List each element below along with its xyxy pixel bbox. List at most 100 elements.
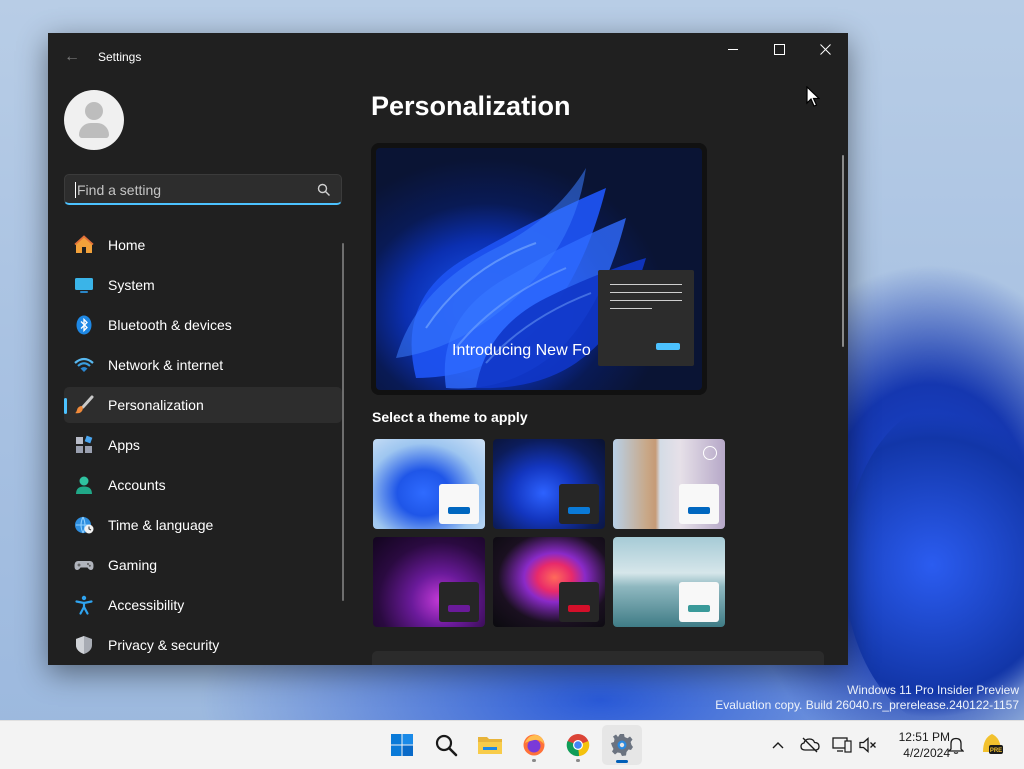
chevron-up-icon bbox=[772, 742, 784, 749]
mock-line bbox=[610, 308, 652, 309]
search-icon bbox=[435, 734, 458, 757]
bell-icon bbox=[948, 737, 964, 754]
sidebar-item-home[interactable]: Home bbox=[64, 227, 342, 263]
apps-icon bbox=[76, 435, 93, 453]
back-arrow-icon[interactable]: ← bbox=[62, 47, 82, 67]
close-button[interactable] bbox=[802, 33, 848, 65]
watermark-line-2: Evaluation copy. Build 26040.rs_prerelea… bbox=[715, 698, 1019, 712]
sidebar-item-system[interactable]: System bbox=[64, 267, 342, 303]
firefox-icon bbox=[523, 734, 545, 756]
avatar[interactable] bbox=[64, 90, 124, 150]
settings-window: ← Settings Home bbox=[48, 33, 848, 665]
mock-line bbox=[610, 292, 682, 293]
theme-mini-window bbox=[559, 484, 599, 524]
minimize-icon bbox=[728, 48, 738, 50]
close-icon bbox=[819, 43, 831, 55]
show-hidden-icons-button[interactable] bbox=[768, 735, 788, 755]
sidebar-item-time-language[interactable]: Time & language bbox=[64, 507, 342, 543]
theme-windows-light[interactable] bbox=[373, 439, 485, 529]
account-icon bbox=[76, 476, 92, 494]
watermark-line-1: Windows 11 Pro Insider Preview bbox=[847, 683, 1019, 697]
sidebar-item-bluetooth[interactable]: Bluetooth & devices bbox=[64, 307, 342, 343]
monitor-icon bbox=[75, 278, 93, 293]
avatar-head bbox=[85, 102, 103, 120]
theme-captured-motion[interactable] bbox=[493, 537, 605, 627]
search-icon[interactable] bbox=[317, 183, 331, 197]
theme-windows-spotlight[interactable] bbox=[613, 439, 725, 529]
sidebar-item-privacy[interactable]: Privacy & security bbox=[64, 627, 342, 663]
cloud-offline-icon bbox=[800, 737, 820, 753]
mock-accent-button bbox=[656, 343, 680, 350]
sidebar-item-label: Time & language bbox=[108, 517, 214, 533]
network-tray-button[interactable] bbox=[832, 735, 852, 755]
spotlight-icon bbox=[703, 446, 717, 460]
theme-mini-window bbox=[559, 582, 599, 622]
running-indicator bbox=[532, 759, 536, 762]
sidebar-item-gaming[interactable]: Gaming bbox=[64, 547, 342, 583]
accessibility-icon bbox=[75, 595, 93, 615]
preview-caption: Introducing New Fo bbox=[452, 342, 591, 359]
theme-mini-window bbox=[439, 582, 479, 622]
clock[interactable]: 12:51 PM 4/2/2024 bbox=[880, 729, 950, 761]
theme-glow[interactable] bbox=[373, 537, 485, 627]
theme-grid bbox=[373, 439, 729, 631]
sidebar-item-accessibility[interactable]: Accessibility bbox=[64, 587, 342, 623]
sidebar-item-label: Bluetooth & devices bbox=[108, 317, 232, 333]
sidebar-item-network[interactable]: Network & internet bbox=[64, 347, 342, 383]
avatar-body bbox=[79, 123, 109, 138]
page-title: Personalization bbox=[371, 91, 571, 121]
search-input[interactable] bbox=[75, 180, 309, 200]
active-app-indicator bbox=[616, 760, 628, 763]
network-icon bbox=[832, 737, 852, 753]
theme-windows-dark[interactable] bbox=[493, 439, 605, 529]
file-explorer-icon bbox=[478, 737, 502, 754]
sidebar-item-label: Accounts bbox=[108, 477, 166, 493]
sidebar-item-label: Network & internet bbox=[108, 357, 224, 373]
sidebar-item-label: Apps bbox=[108, 437, 140, 453]
svg-text:PRE: PRE bbox=[990, 748, 1002, 754]
shield-icon bbox=[76, 636, 92, 654]
search-box[interactable] bbox=[64, 174, 342, 205]
start-button[interactable] bbox=[382, 725, 422, 765]
wifi-icon bbox=[74, 357, 94, 372]
preview-window-mockup bbox=[598, 270, 694, 366]
globe-clock-icon bbox=[75, 516, 94, 534]
sidebar-item-apps[interactable]: Apps bbox=[64, 427, 342, 463]
theme-accent-bar bbox=[688, 605, 710, 612]
sidebar-item-personalization[interactable]: Personalization bbox=[64, 387, 342, 423]
bluetooth-icon bbox=[76, 315, 92, 335]
taskbar-search-button[interactable] bbox=[426, 725, 466, 765]
insider-pre-badge[interactable]: PRE bbox=[980, 732, 1004, 756]
firefox-button[interactable] bbox=[514, 725, 554, 765]
theme-accent-bar bbox=[688, 507, 710, 514]
taskbar: 12:51 PM 4/2/2024 PRE bbox=[0, 720, 1024, 769]
theme-accent-bar bbox=[568, 507, 590, 514]
onedrive-tray-button[interactable] bbox=[800, 735, 820, 755]
mock-line bbox=[610, 284, 682, 285]
theme-flow[interactable] bbox=[613, 537, 725, 627]
mock-line bbox=[610, 300, 682, 301]
home-icon bbox=[74, 235, 94, 253]
chrome-button[interactable] bbox=[558, 725, 598, 765]
title-bar[interactable]: ← Settings bbox=[48, 33, 848, 81]
theme-mini-window bbox=[679, 484, 719, 524]
maximize-button[interactable] bbox=[756, 33, 802, 65]
notifications-button[interactable] bbox=[946, 735, 966, 755]
content-scrollbar[interactable] bbox=[842, 155, 844, 347]
sidebar-nav: Home System Bluetooth & devices Network … bbox=[64, 227, 342, 665]
sidebar-item-accounts[interactable]: Accounts bbox=[64, 467, 342, 503]
sidebar-item-label: Gaming bbox=[108, 557, 158, 573]
minimize-button[interactable] bbox=[710, 33, 756, 65]
sidebar-item-label: Accessibility bbox=[108, 597, 185, 613]
sidebar-scrollbar[interactable] bbox=[342, 243, 344, 601]
settings-card[interactable] bbox=[372, 651, 824, 665]
themes-heading: Select a theme to apply bbox=[372, 409, 528, 425]
file-explorer-button[interactable] bbox=[470, 725, 510, 765]
wallpaper-bloom bbox=[844, 400, 1024, 730]
theme-mini-window bbox=[439, 484, 479, 524]
volume-tray-button[interactable] bbox=[858, 735, 878, 755]
evaluation-watermark: Windows 11 Pro Insider Preview Evaluatio… bbox=[715, 683, 1019, 713]
theme-preview: Introducing New Fo bbox=[371, 143, 707, 395]
theme-accent-bar bbox=[448, 605, 470, 612]
settings-app-button[interactable] bbox=[602, 725, 642, 765]
